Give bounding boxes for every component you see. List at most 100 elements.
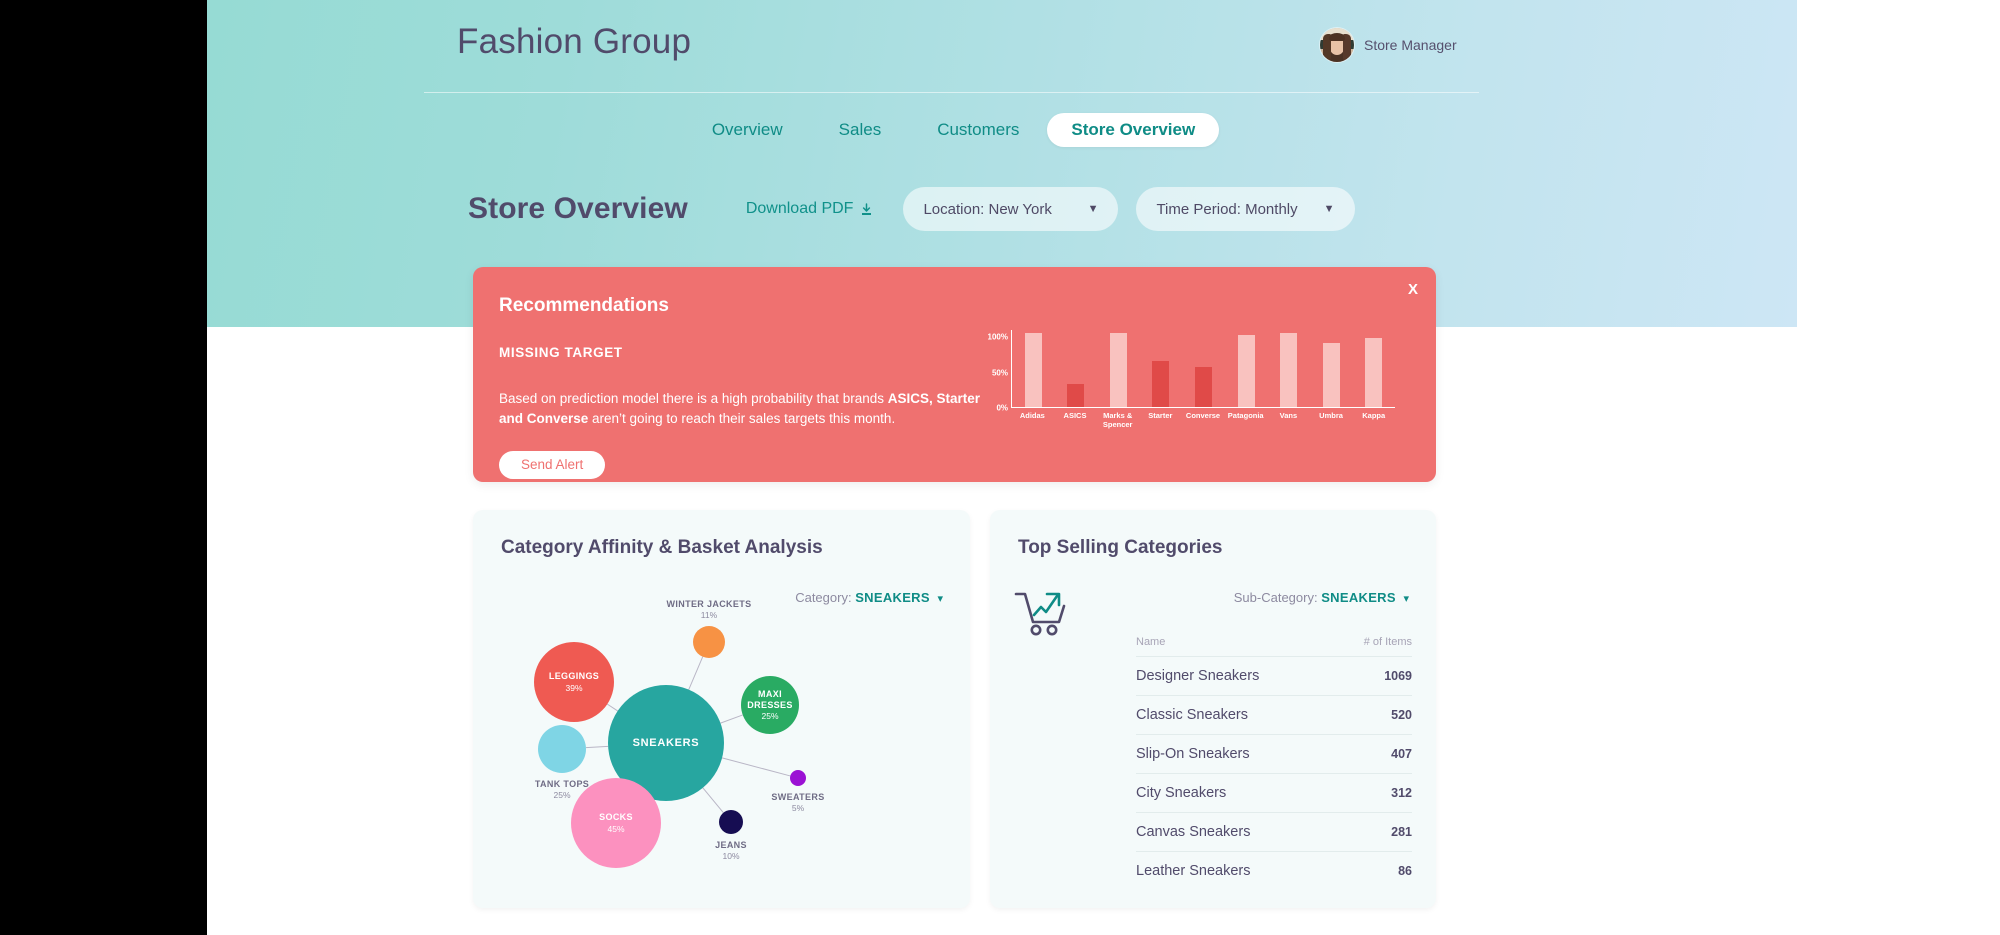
download-pdf-label: Download PDF xyxy=(745,200,854,217)
table-cell-name: Slip-On Sneakers xyxy=(1136,746,1250,762)
bar-chart-y-tick: 100% xyxy=(987,332,1008,342)
user-name: Store Manager xyxy=(1364,37,1457,53)
table-cell-count: 520 xyxy=(1391,708,1412,722)
sub-category-selector[interactable]: Sub-Category: SNEAKERS ▾ xyxy=(1234,590,1409,605)
bar-chart-x-label: ASICS xyxy=(1063,411,1087,420)
bar-chart-x-label: Vans xyxy=(1279,411,1298,420)
affinity-node-percent: 25% xyxy=(761,710,779,721)
bar-chart-bar-wrapper xyxy=(1140,330,1183,407)
table-body: Designer Sneakers 1069 Classic Sneakers 520… xyxy=(1136,657,1412,890)
affinity-node-label: LEGGINGS xyxy=(548,671,600,682)
affinity-node-label: SOCKS xyxy=(599,812,633,823)
category-selector[interactable]: Category: SNEAKERS ▾ xyxy=(795,590,943,605)
recommendations-subtitle: MISSING TARGET xyxy=(499,345,623,360)
nav-item-customers[interactable]: Customers xyxy=(909,113,1047,147)
download-icon xyxy=(860,202,873,216)
affinity-node-label: TANK TOPS xyxy=(534,779,590,789)
table-cell-count: 281 xyxy=(1391,825,1412,839)
table-row[interactable]: City Sneakers 312 xyxy=(1136,774,1412,813)
bar-chart-x-label: Converse xyxy=(1185,411,1221,420)
panel-top-selling: Top Selling Categories Sub-Category: SNE… xyxy=(990,510,1436,908)
affinity-node-label: SWEATERS xyxy=(771,792,825,802)
affinity-node-percent: 45% xyxy=(607,823,625,834)
bar-chart-x-label: Umbra xyxy=(1319,411,1343,420)
nav-item-store-overview[interactable]: Store Overview xyxy=(1047,113,1220,147)
chevron-down-icon: ▼ xyxy=(1323,203,1335,215)
affinity-node[interactable] xyxy=(790,770,806,786)
affinity-node-label: WINTER JACKETS xyxy=(666,599,752,609)
affinity-node[interactable] xyxy=(719,810,743,834)
bar-chart-bar-wrapper xyxy=(1012,330,1055,407)
bar-chart-bar xyxy=(1322,343,1340,407)
app-root: Fashion Group Store Manager Overview Sal… xyxy=(0,0,2000,935)
affinity-node-label: MAXI DRESSES xyxy=(747,689,793,710)
affinity-node-external-label: TANK TOPS 25% xyxy=(535,779,589,800)
shopping-cart-trending-up-icon xyxy=(1014,588,1070,641)
bar-chart-y-tick: 0% xyxy=(996,403,1008,413)
table-row[interactable]: Designer Sneakers 1069 xyxy=(1136,657,1412,696)
title-row: Store Overview Download PDF Location: Ne… xyxy=(468,187,1373,231)
bar-chart-bar-wrapper xyxy=(1097,330,1140,407)
bar-chart-bar-wrapper xyxy=(1353,330,1396,407)
close-icon[interactable]: X xyxy=(1408,282,1418,297)
bar-chart-bar xyxy=(1195,367,1213,407)
table-header-row: Name # of Items xyxy=(1136,636,1412,657)
chevron-down-icon: ▾ xyxy=(937,593,943,605)
bar-chart-bar xyxy=(1109,332,1127,407)
affinity-node-percent: 11% xyxy=(700,610,718,620)
affinity-node[interactable] xyxy=(538,725,586,773)
affinity-node-external-label: WINTER JACKETS 11% xyxy=(667,599,752,620)
filter-time-period-label: Time Period: Monthly xyxy=(1156,200,1298,218)
affinity-node-external-label: SWEATERS 5% xyxy=(771,792,824,813)
main-nav: Overview Sales Customers Store Overview xyxy=(424,100,1479,160)
filter-time-period[interactable]: Time Period: Monthly ▼ xyxy=(1136,187,1355,231)
affinity-node[interactable] xyxy=(693,626,725,658)
table-row[interactable]: Leather Sneakers 86 xyxy=(1136,852,1412,890)
bar-chart-y-axis: 0% 50% 100% xyxy=(975,330,1008,413)
table-cell-count: 1069 xyxy=(1384,669,1412,683)
send-alert-button[interactable]: Send Alert xyxy=(499,451,606,479)
column-header-name: Name xyxy=(1136,636,1166,648)
bar-chart-x-label: Marks & Spencer xyxy=(1102,411,1133,430)
user-chip[interactable]: Store Manager xyxy=(1320,28,1457,62)
chevron-down-icon: ▾ xyxy=(1403,593,1409,605)
bar-chart-x-label: Starter xyxy=(1148,411,1173,420)
brand-target-bar-chart: 0% 50% 100% Adidas ASICS Marks & Spencer Star… xyxy=(975,330,1395,440)
download-pdf-button[interactable]: Download PDF xyxy=(746,200,874,218)
affinity-node[interactable]: LEGGINGS 39% xyxy=(534,642,614,722)
bar-chart-bar xyxy=(1152,360,1170,407)
nav-item-overview[interactable]: Overview xyxy=(684,113,811,147)
panel-category-affinity: Category Affinity & Basket Analysis Cate… xyxy=(473,510,970,908)
sub-category-selector-value: SNEAKERS xyxy=(1321,590,1396,605)
bar-chart-x-label: Adidas xyxy=(1019,411,1045,420)
table-row[interactable]: Canvas Sneakers 281 xyxy=(1136,813,1412,852)
affinity-node-percent: 25% xyxy=(553,790,571,800)
brand-title: Fashion Group xyxy=(457,22,692,61)
affinity-node-percent: 5% xyxy=(791,803,805,813)
top-selling-table: Name # of Items Designer Sneakers 1069 Cla… xyxy=(1136,636,1412,890)
column-header-items: # of Items xyxy=(1363,636,1412,648)
affinity-panel-title: Category Affinity & Basket Analysis xyxy=(501,537,823,558)
affinity-node-label: SNEAKERS xyxy=(632,736,700,749)
reco-body-before: Based on prediction model there is a hig… xyxy=(499,391,888,406)
affinity-node-label: JEANS xyxy=(715,840,747,850)
table-row[interactable]: Slip-On Sneakers 407 xyxy=(1136,735,1412,774)
bar-chart-bar-wrapper xyxy=(1267,330,1310,407)
filter-location-label: Location: New York xyxy=(923,200,1052,218)
bar-chart-x-label: Kappa xyxy=(1362,411,1386,420)
affinity-node-percent: 10% xyxy=(722,851,740,861)
bar-chart-bar xyxy=(1024,333,1042,407)
affinity-bubble-network: SNEAKERS LEGGINGS 39% WINTER JACKETS 11% MAXI… xyxy=(473,599,970,905)
top-selling-panel-title: Top Selling Categories xyxy=(1018,537,1223,558)
page-title: Store Overview xyxy=(468,192,688,225)
table-row[interactable]: Classic Sneakers 520 xyxy=(1136,696,1412,735)
filter-location[interactable]: Location: New York ▼ xyxy=(903,187,1119,231)
affinity-node[interactable]: MAXI DRESSES 25% xyxy=(741,676,799,734)
right-gutter xyxy=(1797,0,2000,935)
nav-item-sales[interactable]: Sales xyxy=(811,113,910,147)
recommendations-title: Recommendations xyxy=(499,295,669,316)
affinity-node-percent: 39% xyxy=(565,682,583,693)
table-cell-name: City Sneakers xyxy=(1136,785,1227,801)
bar-chart-bar-wrapper xyxy=(1225,330,1268,407)
bar-chart-bar xyxy=(1237,335,1255,407)
